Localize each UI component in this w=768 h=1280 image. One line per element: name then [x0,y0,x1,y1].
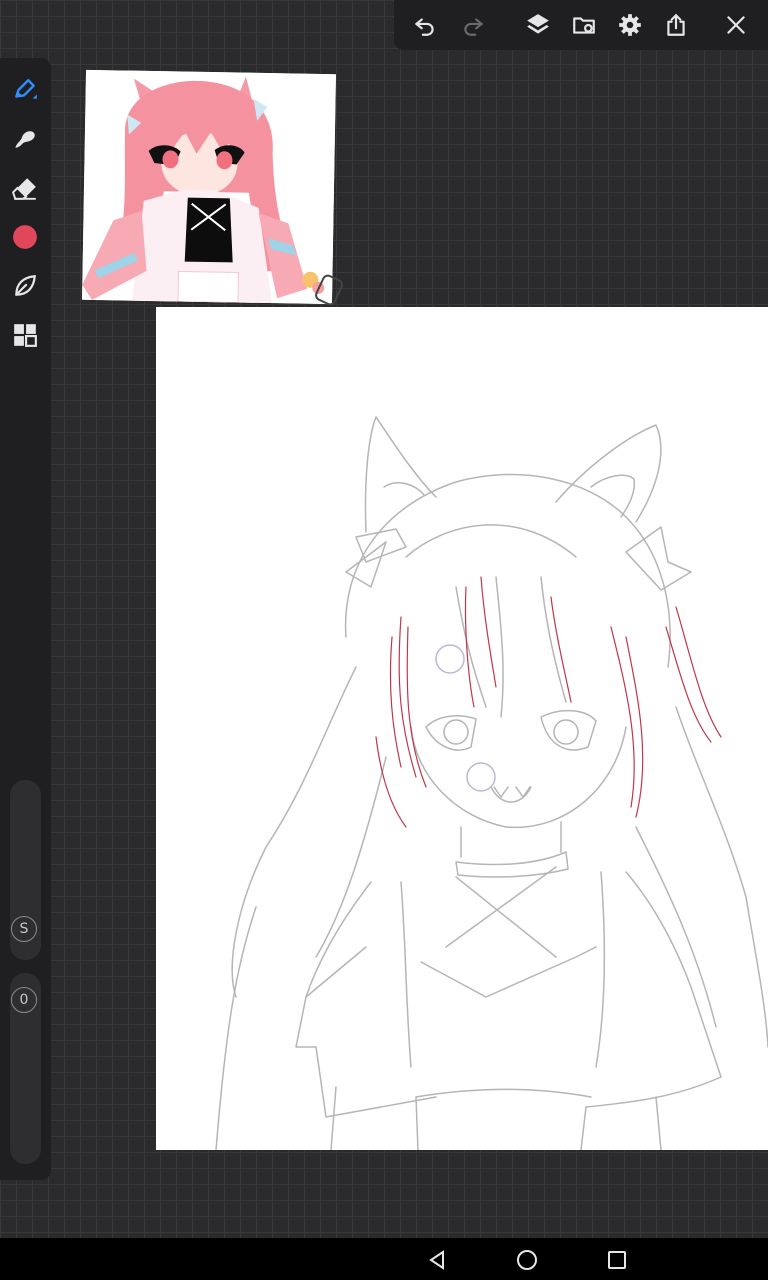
opacity-indicator: 0 [11,987,37,1013]
drawing-canvas[interactable] [156,307,768,1150]
circle-home-icon [517,1250,537,1270]
brush-library-button[interactable] [7,268,43,304]
gear-icon [619,14,641,36]
folder-icon [573,17,595,34]
undo-icon [415,18,434,36]
color-swatch-icon [13,225,37,249]
reference-image[interactable] [82,69,336,305]
top-toolbar [394,0,768,50]
leaf-icon [15,275,36,296]
nav-recents-button[interactable] [602,1245,632,1275]
smudge-tool-button[interactable] [7,121,43,157]
sketch-drawing [215,416,768,1150]
redo-icon [464,18,483,36]
color-picker-button[interactable] [7,219,43,255]
layers-icon [527,14,549,34]
share-icon [667,14,685,36]
nav-back-button[interactable] [422,1245,452,1275]
smudge-icon [15,131,35,148]
share-button[interactable] [659,8,693,42]
reference-illustration [82,69,336,305]
undo-button[interactable] [408,8,442,42]
settings-button[interactable] [613,8,647,42]
tool-sidebar: S 0 [0,58,51,1180]
close-icon [727,16,745,34]
nav-home-button[interactable] [512,1245,542,1275]
pen-tool-button[interactable] [7,72,43,108]
size-indicator: S [11,916,37,942]
system-nav-bar [0,1238,768,1280]
layers-button[interactable] [521,8,555,42]
redo-button[interactable] [456,8,490,42]
eraser-icon [12,178,36,200]
square-recents-icon [608,1251,626,1269]
eraser-tool-button[interactable] [7,170,43,206]
triangle-back-icon [429,1250,444,1270]
grid-icon [14,324,37,347]
file-button[interactable] [567,8,601,42]
more-tools-button[interactable] [7,317,43,353]
pen-icon [15,79,37,99]
close-button[interactable] [719,8,753,42]
